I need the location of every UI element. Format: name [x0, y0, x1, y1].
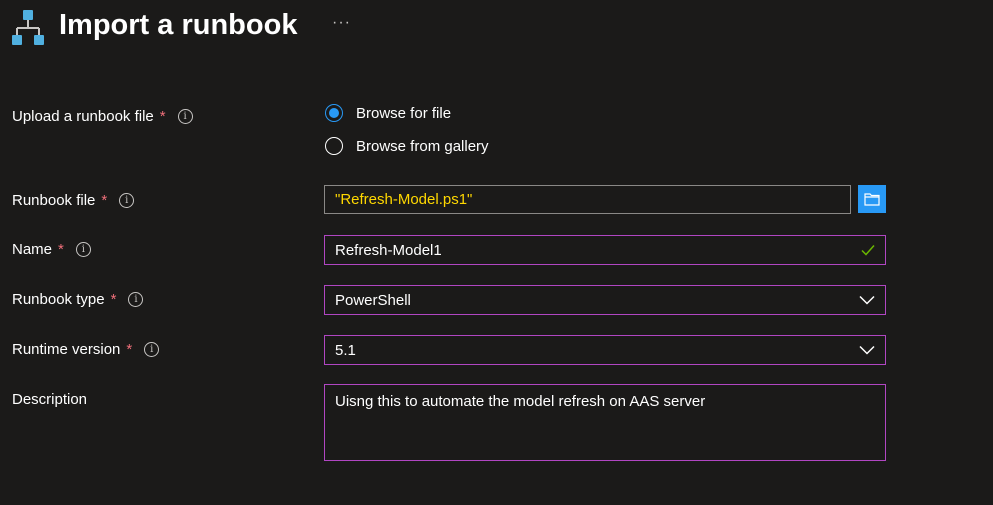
info-icon[interactable]: i	[75, 242, 91, 257]
radio-unselected-icon[interactable]	[325, 137, 343, 155]
radio-browse-from-gallery-label: Browse from gallery	[356, 137, 489, 155]
runbook-file-input[interactable]: "Refresh-Model.ps1"	[324, 185, 851, 214]
folder-icon	[864, 193, 880, 206]
runtime-version-label: Runtime version * i	[12, 341, 160, 358]
radio-browse-for-file[interactable]: Browse for file	[325, 104, 451, 122]
header	[10, 6, 46, 50]
info-icon[interactable]: i	[128, 292, 144, 307]
info-icon[interactable]: i	[144, 342, 160, 357]
description-value: Uisng this to automate the model refresh…	[335, 393, 706, 410]
runtime-version-value: 5.1	[335, 341, 356, 359]
name-input[interactable]: Refresh-Model1	[324, 235, 886, 265]
required-mark: *	[110, 291, 117, 308]
upload-runbook-label: Upload a runbook file * i	[12, 108, 193, 125]
required-mark: *	[58, 241, 64, 258]
description-textarea[interactable]: Uisng this to automate the model refresh…	[324, 384, 886, 461]
runbook-file-label: Runbook file * i	[12, 192, 135, 209]
name-label: Name * i	[12, 241, 91, 258]
browse-file-button[interactable]	[858, 185, 886, 213]
checkmark-icon	[861, 245, 875, 256]
description-label: Description	[12, 391, 87, 408]
more-options-button[interactable]: ···	[332, 14, 351, 32]
info-icon[interactable]: i	[119, 193, 135, 208]
chevron-down-icon	[859, 345, 875, 355]
runbook-type-label: Runbook type * i	[12, 291, 144, 308]
required-mark: *	[101, 192, 108, 209]
runbook-file-label-text: Runbook file	[12, 192, 96, 209]
runbook-type-value: PowerShell	[335, 291, 411, 309]
runtime-version-label-text: Runtime version	[12, 341, 121, 358]
runbook-type-label-text: Runbook type	[12, 291, 105, 308]
upload-runbook-label-text: Upload a runbook file	[12, 108, 154, 125]
runbook-type-select[interactable]: PowerShell	[324, 285, 886, 315]
radio-selected-icon[interactable]	[325, 104, 343, 122]
name-label-text: Name	[12, 241, 53, 258]
chevron-down-icon	[859, 295, 875, 305]
description-label-text: Description	[12, 391, 88, 408]
radio-browse-for-file-label: Browse for file	[356, 104, 452, 122]
info-icon[interactable]: i	[177, 109, 193, 124]
required-mark: *	[159, 108, 166, 125]
page-title: Import a runbook	[59, 9, 298, 41]
name-value: Refresh-Model1	[335, 241, 442, 259]
runtime-version-select[interactable]: 5.1	[324, 335, 886, 365]
radio-browse-from-gallery[interactable]: Browse from gallery	[325, 137, 489, 155]
runbook-hierarchy-icon	[12, 10, 44, 45]
runbook-file-value: "Refresh-Model.ps1"	[335, 191, 473, 208]
required-mark: *	[126, 341, 133, 358]
